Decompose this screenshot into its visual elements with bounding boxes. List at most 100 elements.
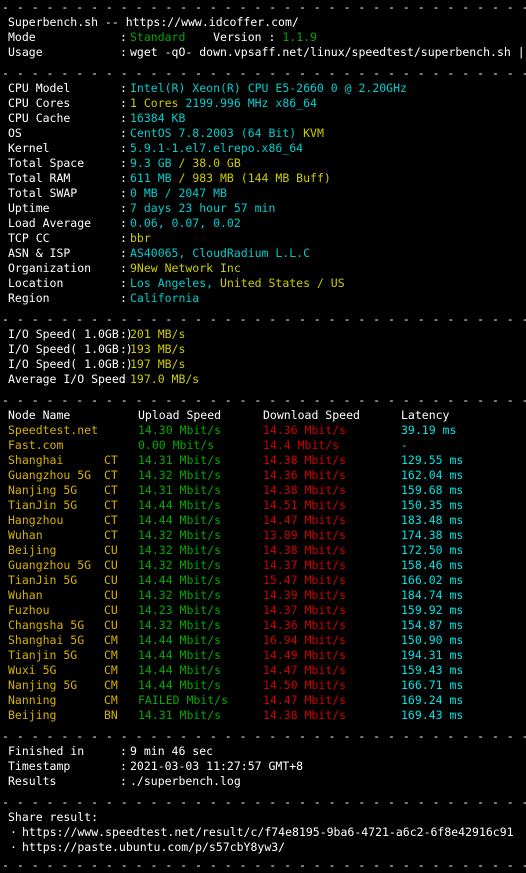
cell-node-name: Nanjing 5G	[8, 483, 78, 497]
table-row: Fuzhou CU 14.23 Mbit/s 14.37 Mbit/s 159.92 m…	[0, 603, 526, 618]
cell-node-name: Wuhan	[8, 528, 43, 542]
cell-download-speed: 14.36 Mbit/s	[263, 423, 347, 437]
io-colon: :	[120, 372, 127, 386]
separator-bottom: - - - - - - - - - - - - - - - - - - - - …	[2, 858, 526, 872]
sysinfo-value-primary: 9.3 GB	[130, 156, 179, 170]
separator-footer: - - - - - - - - - - - - - - - - - - - - …	[2, 729, 526, 743]
sysinfo-label: CPU Model	[8, 81, 71, 95]
cell-isp: CU	[104, 588, 118, 602]
header-title: Superbench.sh -- https://www.idcoffer.co…	[8, 15, 299, 29]
sysinfo-row: CPU Cache:16384 KB	[0, 111, 526, 126]
sysinfo-value-primary: 5.9.1-1.el7.elrepo.x86_64	[130, 141, 304, 155]
share-title: Share result:	[8, 810, 99, 824]
cell-upload-speed: 14.32 Mbit/s	[138, 543, 222, 557]
mode-colon: :	[120, 30, 127, 44]
io-value: 201 MB/s	[130, 327, 186, 341]
sysinfo-value-secondary: KVM	[303, 126, 324, 140]
sysinfo-label: Total Space	[8, 156, 85, 170]
sysinfo-row: Total RAM:611 MB / 983 MB (144 MB Buff)	[0, 171, 526, 186]
sysinfo-value-primary: Intel(R) Xeon(R) CPU E5-2660 0 @ 2.20GHz	[130, 81, 407, 95]
sysinfo-value-secondary: bbr	[130, 231, 151, 245]
cell-node-name: Nanning	[8, 693, 57, 707]
separator-io: - - - - - - - - - - - - - - - - - - - - …	[2, 312, 526, 326]
sysinfo-value-primary: CentOS 7.8.2003 (64 Bit)	[130, 126, 304, 140]
mode-gap	[185, 30, 213, 44]
finished-line: Finished in:9 min 46 sec	[0, 744, 526, 759]
cell-upload-speed: 14.32 Mbit/s	[138, 558, 222, 572]
cell-upload-speed: 14.44 Mbit/s	[138, 633, 222, 647]
cell-isp: CM	[104, 633, 118, 647]
io-row: I/O Speed( 1.0GB ): 193 MB/s	[0, 342, 526, 357]
sysinfo-colon: :	[120, 231, 127, 245]
sysinfo-label: OS	[8, 126, 22, 140]
terminal-window: - - - - - - - - - - - - - - - - - - - - …	[0, 0, 526, 872]
table-row: Nanning CM FAILED Mbit/s 14.47 Mbit/s 169.24…	[0, 693, 526, 708]
cell-isp: CU	[104, 558, 118, 572]
sysinfo-colon: :	[120, 201, 127, 215]
cell-download-speed: 14.38 Mbit/s	[263, 543, 347, 557]
separator-sysinfo: - - - - - - - - - - - - - - - - - - - - …	[2, 66, 526, 80]
cell-download-speed: 14.39 Mbit/s	[263, 588, 347, 602]
cell-isp: CT	[104, 483, 118, 497]
cell-latency: -	[401, 438, 408, 452]
cell-isp: CM	[104, 693, 118, 707]
table-row: TianJin 5G CU 14.44 Mbit/s 15.47 Mbit/s 166.…	[0, 573, 526, 588]
version-label: Version	[213, 30, 262, 44]
cell-node-name: Wuhan	[8, 588, 43, 602]
column-header-download: Download Speed	[263, 408, 360, 422]
table-row: Beijing BN 14.31 Mbit/s 14.38 Mbit/s 169.43 …	[0, 708, 526, 723]
sysinfo-colon: :	[120, 126, 127, 140]
cell-upload-speed: 14.32 Mbit/s	[138, 588, 222, 602]
sysinfo-row: TCP CC: bbr	[0, 231, 526, 246]
io-label: Average I/O Speed	[8, 372, 126, 386]
sysinfo-label: Location	[8, 276, 64, 290]
sysinfo-label: Region	[8, 291, 50, 305]
cell-download-speed: 14.36 Mbit/s	[263, 618, 347, 632]
usage-value: wget -qO- down.vpsaff.net/linux/speedtes…	[130, 45, 526, 59]
cell-latency: 172.50 ms	[401, 543, 464, 557]
io-value: 197 MB/s	[130, 357, 186, 371]
timestamp-line: Timestamp:2021-03-03 11:27:57 GMT+8	[0, 759, 526, 774]
cell-download-speed: 15.47 Mbit/s	[263, 573, 347, 587]
sysinfo-row: CPU Model: Intel(R) Xeon(R) CPU E5-2660 0…	[0, 81, 526, 96]
sysinfo-value-secondary: United States / US	[220, 276, 345, 290]
share-link[interactable]: https://paste.ubuntu.com/p/s57cbY8yw3/	[22, 840, 285, 854]
cell-latency: 150.90 ms	[401, 633, 464, 647]
io-speed-block: I/O Speed( 1.0GB ): 201 MB/s I/O Speed( 1.…	[0, 327, 526, 387]
sysinfo-label: Kernel	[8, 141, 50, 155]
cell-latency: 159.68 ms	[401, 483, 464, 497]
cell-latency: 158.46 ms	[401, 558, 464, 572]
sysinfo-value-primary: AS40065, CloudRadium L.L.C	[130, 246, 311, 260]
cell-upload-speed: 14.44 Mbit/s	[138, 498, 222, 512]
sysinfo-label: Total RAM	[8, 171, 71, 185]
cell-latency: 159.43 ms	[401, 663, 464, 677]
io-label: I/O Speed( 1.0GB )	[8, 327, 133, 341]
cell-download-speed: 14.47 Mbit/s	[263, 663, 347, 677]
sysinfo-row: Total Space:9.3 GB / 38.0 GB	[0, 156, 526, 171]
bullet-icon: ·	[10, 840, 17, 854]
table-row: TianJin 5G CT 14.44 Mbit/s 14.51 Mbit/s 150.…	[0, 498, 526, 513]
share-link[interactable]: https://www.speedtest.net/result/c/f74e8…	[22, 825, 514, 839]
cell-latency: 154.87 ms	[401, 618, 464, 632]
cell-download-speed: 14.38 Mbit/s	[263, 483, 347, 497]
sysinfo-colon: :	[120, 96, 127, 110]
speedtest-header-row: Node Name Upload Speed Download Speed Laten…	[0, 408, 526, 423]
cell-node-name: Wuxi 5G	[8, 663, 57, 677]
share-link-row: · https://paste.ubuntu.com/p/s57cbY8yw3/	[0, 840, 526, 855]
timestamp-value: 2021-03-03 11:27:57 GMT+8	[130, 759, 304, 773]
sysinfo-colon: :	[120, 246, 127, 260]
header-mode-line: Mode: Standard Version : 1.1.9	[0, 30, 526, 45]
cell-node-name: TianJin 5G	[8, 498, 78, 512]
sysinfo-value-primary: 0 MB / 2047 MB	[130, 186, 227, 200]
mode-value: Standard	[130, 30, 186, 44]
cell-node-name: Shanghai 5G	[8, 633, 85, 647]
cell-node-name: Beijing	[8, 543, 57, 557]
io-colon: :	[120, 342, 127, 356]
sysinfo-row: OS: CentOS 7.8.2003 (64 Bit) KVM	[0, 126, 526, 141]
cell-node-name: Beijing	[8, 708, 57, 722]
sysinfo-colon: :	[120, 261, 127, 275]
table-row: Tianjin 5G CM 14.44 Mbit/s 14.49 Mbit/s 194.…	[0, 648, 526, 663]
cell-upload-speed: FAILED Mbit/s	[138, 693, 229, 707]
bullet-icon: ·	[10, 825, 17, 839]
cell-isp: CU	[104, 543, 118, 557]
